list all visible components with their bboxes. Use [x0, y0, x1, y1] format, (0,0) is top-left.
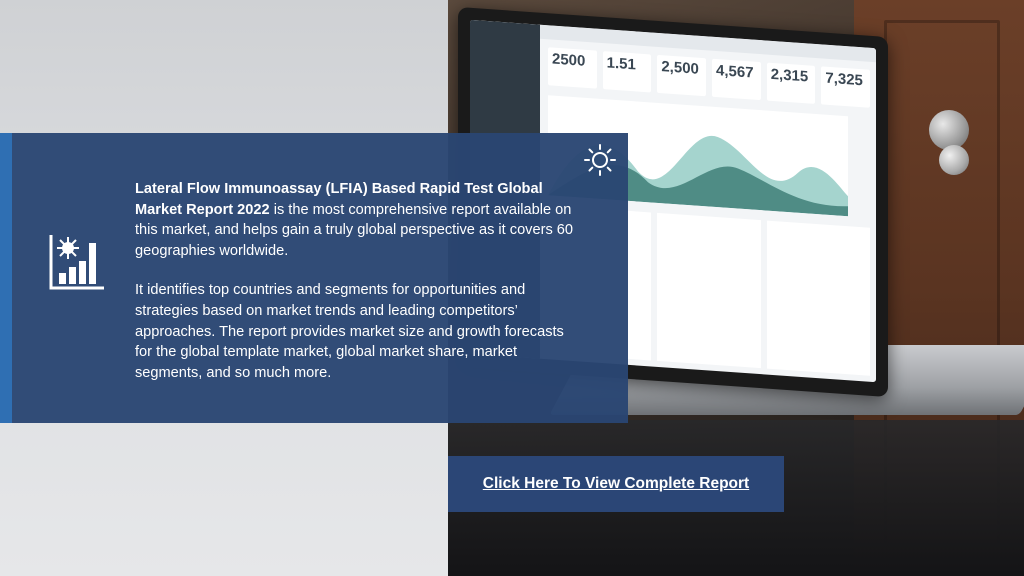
dashboard-kpi: 2,500 — [657, 54, 707, 97]
dashboard-panel — [657, 212, 761, 369]
door-handle — [929, 110, 969, 150]
cta-box: Click Here To View Complete Report — [448, 456, 784, 512]
chart-with-virus-icon — [49, 235, 104, 290]
dashboard-kpi: 4,567 — [712, 58, 761, 101]
dashboard-kpi: 1.51 — [602, 51, 652, 93]
accent-bar — [0, 133, 12, 423]
lightbulb-idea-icon — [584, 144, 616, 176]
dashboard-panel — [766, 220, 870, 376]
view-complete-report-link[interactable]: Click Here To View Complete Report — [483, 475, 749, 493]
door-lock — [939, 145, 969, 175]
dashboard-kpi: 2,315 — [766, 62, 816, 104]
dashboard-kpi: 7,325 — [821, 66, 871, 108]
report-details: It identifies top countries and segments… — [135, 282, 564, 381]
dashboard-kpi: 2500 — [548, 47, 597, 89]
report-info-panel: Lateral Flow Immunoassay (LFIA) Based Ra… — [0, 133, 628, 423]
report-description: Lateral Flow Immunoassay (LFIA) Based Ra… — [135, 179, 575, 383]
report-intro: Lateral Flow Immunoassay (LFIA) Based Ra… — [135, 179, 575, 261]
